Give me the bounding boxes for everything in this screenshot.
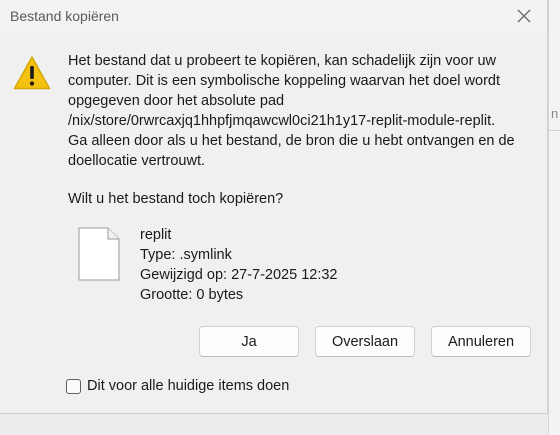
file-name: replit [140,227,172,243]
close-button[interactable] [501,0,547,33]
yes-button[interactable]: Ja [199,326,299,357]
message-line: Ga alleen door als u het bestand, de bro… [68,133,515,149]
message-line: /nix/store/0rwrcaxjq1hhpfjmqawcwl0ci21h1… [68,113,496,129]
title-bar: Bestand kopiëren [0,0,547,33]
warning-message: Het bestand dat u probeert te kopiëren, … [68,51,538,171]
message-line: Het bestand dat u probeert te kopiëren, … [68,53,496,69]
apply-to-all-checkbox[interactable] [66,379,81,394]
file-modified: Gewijzigd op: 27-7-2025 12:32 [140,267,338,283]
close-icon [517,9,531,23]
background-window-edge: n… [548,0,560,435]
apply-to-all-label[interactable]: Dit voor alle huidige items doen [87,378,289,394]
message-line: doellocatie vertrouwt. [68,153,206,169]
copy-file-dialog: Bestand kopiëren Het bestand dat u probe… [0,0,548,414]
file-icon [78,227,120,281]
message-line: opgegeven door het absolute pad [68,93,285,109]
file-size: Grootte: 0 bytes [140,287,244,303]
cancel-button[interactable]: Annuleren [431,326,531,357]
file-details: replit Type: .symlink Gewijzigd op: 27-7… [140,225,338,305]
skip-button[interactable]: Overslaan [315,326,415,357]
question-text: Wilt u het bestand toch kopiëren? [68,191,284,207]
dialog-content: Het bestand dat u probeert te kopiëren, … [0,33,547,413]
background-window-text: n… [551,106,560,121]
file-type: Type: .symlink [140,247,232,263]
message-line: computer. Dit is een symbolische koppeli… [68,73,501,89]
window-title: Bestand kopiëren [10,8,119,24]
background-divider [549,130,560,131]
warning-icon [13,56,51,90]
